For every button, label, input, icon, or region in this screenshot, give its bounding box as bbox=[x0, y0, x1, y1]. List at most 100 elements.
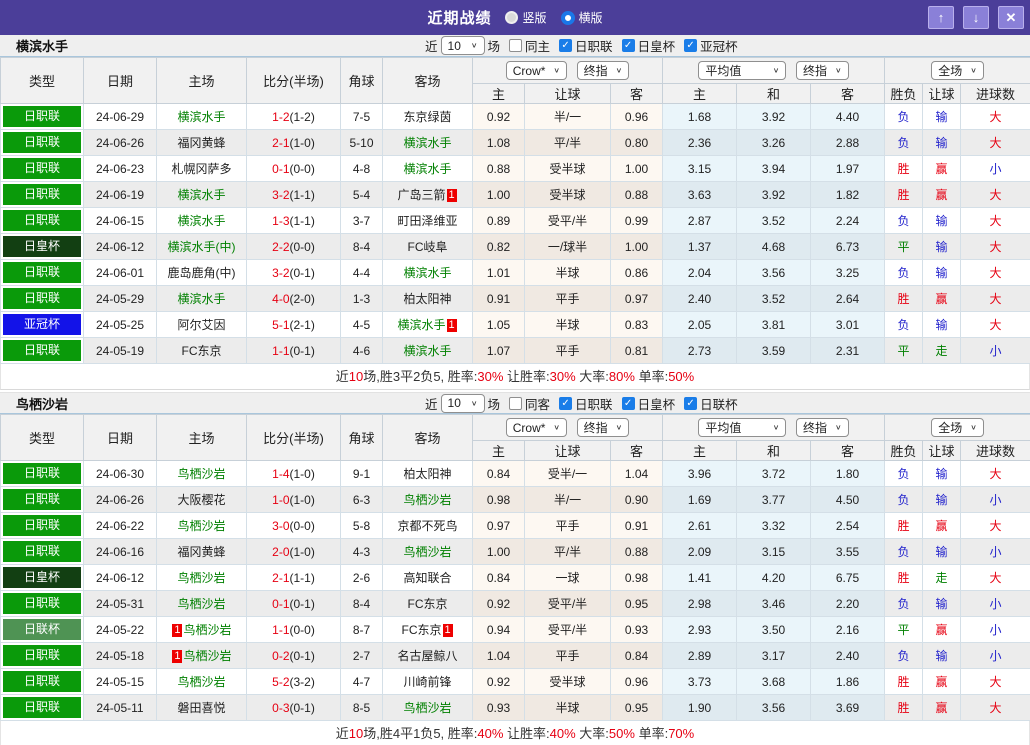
team-link[interactable]: 横滨水手 bbox=[397, 318, 445, 332]
layout-radio-vertical[interactable]: 竖版 bbox=[505, 9, 547, 26]
league-type-cell: 日职联 bbox=[0, 642, 84, 669]
team-link[interactable]: 鸟栖沙岩 bbox=[403, 701, 451, 715]
team-link[interactable]: 横滨水手 bbox=[403, 162, 451, 176]
team-link[interactable]: 大阪樱花 bbox=[177, 493, 225, 507]
move-down-button[interactable]: ↓ bbox=[963, 6, 989, 29]
move-up-button[interactable]: ↑ bbox=[928, 6, 954, 29]
team-link[interactable]: FC东京 bbox=[182, 344, 222, 358]
team-link[interactable]: 阿尔艾因 bbox=[177, 318, 225, 332]
odds-cell: 0.88 bbox=[472, 155, 525, 182]
league-checkbox-1[interactable]: ✓ bbox=[559, 39, 573, 52]
team-link[interactable]: 鸟栖沙岩 bbox=[177, 571, 225, 585]
select-value: 10 bbox=[447, 396, 461, 410]
average-odds-cell: 2.36 bbox=[662, 129, 737, 156]
section-bar: 鸟栖沙岩 近 10 ∨ 场 同客 ✓ 日职联 ✓ 日皇杯 ✓ 日联杯 bbox=[0, 392, 1030, 414]
average-select[interactable]: 平均值 ∨ bbox=[698, 61, 787, 80]
summary-part: 10 bbox=[348, 369, 364, 384]
average-odds-cell: 2.87 bbox=[662, 207, 737, 234]
team-link[interactable]: 福冈黄蜂 bbox=[177, 136, 225, 150]
team-link[interactable]: 京都不死鸟 bbox=[397, 519, 457, 533]
team-link[interactable]: 札幌冈萨多 bbox=[171, 162, 231, 176]
scope-select[interactable]: 全场 ∨ bbox=[931, 61, 984, 80]
team-link[interactable]: 磐田喜悦 bbox=[177, 701, 225, 715]
team-link[interactable]: FC东京 bbox=[408, 597, 448, 611]
result-cell: 大 bbox=[960, 668, 1030, 695]
match-row: 日职联 24-06-19 横滨水手 3-2(1-1) 5-4 广岛三箭 1 1.00 受半球 0.… bbox=[0, 181, 1030, 208]
result-cell: 输 bbox=[922, 590, 962, 617]
team-link[interactable]: 鸟栖沙岩 bbox=[177, 675, 225, 689]
team-link[interactable]: 名古屋鲸八 bbox=[397, 649, 457, 663]
average-odds-cell: 2.40 bbox=[662, 285, 737, 312]
match-count-select[interactable]: 10 ∨ bbox=[440, 393, 485, 413]
team-section-2: 鸟栖沙岩 近 10 ∨ 场 同客 ✓ 日职联 ✓ 日皇杯 ✓ 日联杯 类型 日期… bbox=[0, 392, 1030, 745]
team-name[interactable]: 鸟栖沙岩 bbox=[16, 394, 68, 413]
home-team-cell: 横滨水手 bbox=[156, 207, 247, 234]
team-link[interactable]: 鹿岛鹿角(中) bbox=[168, 266, 236, 280]
odds-source-select[interactable]: Crow* ∨ bbox=[505, 418, 568, 438]
team-link[interactable]: 横滨水手 bbox=[403, 344, 451, 358]
team-link[interactable]: 鸟栖沙岩 bbox=[403, 545, 451, 559]
team-link[interactable]: 横滨水手 bbox=[177, 214, 225, 228]
team-link[interactable]: 横滨水手(中) bbox=[168, 240, 236, 254]
league-checkbox-2[interactable]: ✓ bbox=[621, 39, 635, 52]
layout-radio-horizontal[interactable]: 横版 bbox=[560, 9, 603, 26]
red-card-badge: 1 bbox=[446, 189, 457, 202]
league-checkbox-2[interactable]: ✓ bbox=[621, 396, 635, 410]
team-link[interactable]: 鸟栖沙岩 bbox=[403, 493, 451, 507]
team-link[interactable]: 广岛三箭 bbox=[397, 188, 445, 202]
summary-part: 40% bbox=[549, 726, 576, 741]
team-link[interactable]: 川崎前锋 bbox=[403, 675, 451, 689]
match-count-select[interactable]: 10 ∨ bbox=[440, 36, 485, 55]
check-icon: ✓ bbox=[623, 397, 633, 409]
league-type-cell: 日职联 bbox=[0, 538, 84, 565]
match-row: 日职联 24-06-26 大阪樱花 1-0(1-0) 6-3 鸟栖沙岩 0.98 半/一 0.9… bbox=[0, 486, 1030, 513]
odds-group-header: Crow* ∨ 终指 ∨ bbox=[472, 414, 663, 441]
window-buttons: ↑ ↓ ✕ bbox=[928, 6, 1024, 29]
home-team-cell: 鸟栖沙岩 bbox=[156, 564, 247, 591]
team-link[interactable]: 鸟栖沙岩 bbox=[177, 467, 225, 481]
average-final-select[interactable]: 终指 ∨ bbox=[796, 418, 849, 437]
team-link[interactable]: 横滨水手 bbox=[177, 110, 225, 124]
result-cell: 赢 bbox=[922, 155, 962, 182]
team-link[interactable]: 横滨水手 bbox=[403, 266, 451, 280]
same-venue-checkbox[interactable] bbox=[509, 39, 523, 52]
team-link[interactable]: 横滨水手 bbox=[177, 292, 225, 306]
team-link[interactable]: 高知联合 bbox=[403, 571, 451, 585]
league-type-cell: 日职联 bbox=[0, 486, 84, 513]
half-time-score: (1-1) bbox=[289, 187, 315, 202]
team-link[interactable]: FC东京 bbox=[402, 623, 442, 637]
summary-part: 50% bbox=[608, 726, 635, 741]
corners-cell: 4-5 bbox=[340, 311, 383, 338]
team-link[interactable]: 横滨水手 bbox=[403, 136, 451, 150]
team-link[interactable]: 柏太阳神 bbox=[403, 292, 451, 306]
match-row: 日皇杯 24-06-12 鸟栖沙岩 2-1(1-1) 2-6 高知联合 0.84 一球 0.98… bbox=[0, 564, 1030, 591]
team-link[interactable]: 横滨水手 bbox=[177, 188, 225, 202]
odds-final-select[interactable]: 终指 ∨ bbox=[576, 417, 630, 437]
col-odds-home: 主 bbox=[472, 440, 525, 461]
team-link[interactable]: 鸟栖沙岩 bbox=[177, 519, 225, 533]
league-checkbox-3[interactable]: ✓ bbox=[684, 396, 698, 410]
team-link[interactable]: 鸟栖沙岩 bbox=[183, 623, 231, 637]
team-link[interactable]: 鸟栖沙岩 bbox=[177, 597, 225, 611]
odds-source-select[interactable]: Crow* ∨ bbox=[505, 61, 568, 81]
average-odds-cell: 3.26 bbox=[736, 129, 811, 156]
team-link[interactable]: 福冈黄蜂 bbox=[177, 545, 225, 559]
half-time-score: (0-1) bbox=[289, 648, 315, 663]
team-link[interactable]: 东京绿茵 bbox=[403, 110, 451, 124]
odds-cell: 0.80 bbox=[610, 129, 663, 156]
scope-select[interactable]: 全场 ∨ bbox=[931, 418, 984, 437]
average-final-select[interactable]: 终指 ∨ bbox=[796, 61, 849, 80]
team-name[interactable]: 横滨水手 bbox=[16, 36, 68, 55]
team-link[interactable]: 鸟栖沙岩 bbox=[183, 649, 231, 663]
average-select[interactable]: 平均值 ∨ bbox=[698, 418, 787, 437]
odds-final-select[interactable]: 终指 ∨ bbox=[576, 60, 630, 80]
team-link[interactable]: FC岐阜 bbox=[408, 240, 448, 254]
league-checkbox-3[interactable]: ✓ bbox=[684, 39, 698, 52]
league-checkbox-1[interactable]: ✓ bbox=[559, 396, 573, 410]
team-link[interactable]: 柏太阳神 bbox=[403, 467, 451, 481]
team-link[interactable]: 町田泽维亚 bbox=[397, 214, 457, 228]
odds-cell: 0.81 bbox=[610, 337, 663, 364]
match-row: 亚冠杯 24-05-25 阿尔艾因 5-1(2-1) 4-5 横滨水手 1 1.05 半球 0.8… bbox=[0, 311, 1030, 338]
same-venue-checkbox[interactable] bbox=[509, 396, 523, 410]
close-button[interactable]: ✕ bbox=[998, 6, 1024, 29]
